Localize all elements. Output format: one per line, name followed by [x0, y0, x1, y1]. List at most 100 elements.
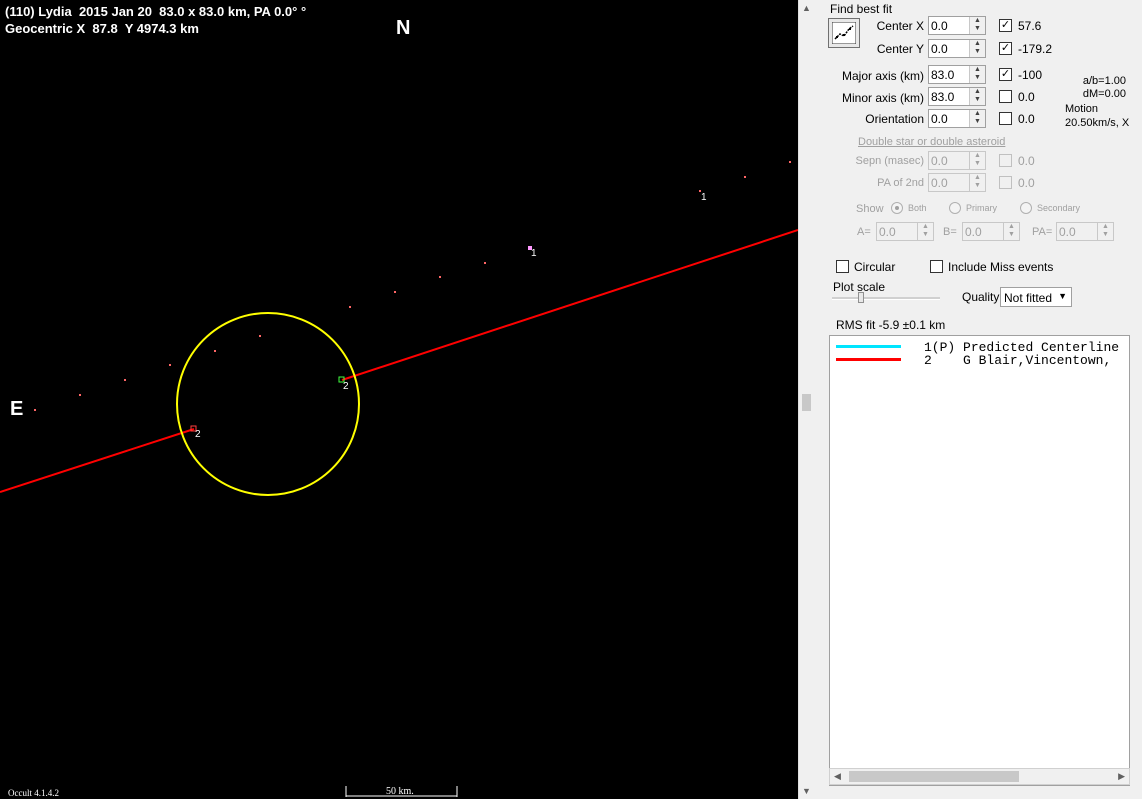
chord-label: 1 [531, 248, 537, 259]
spin-up-icon: ▲ [974, 174, 981, 181]
orientation-input[interactable]: 0.0 ▲ ▼ [928, 109, 986, 128]
center-x-checkbox[interactable]: ✓ [999, 19, 1012, 32]
chevron-down-icon: ▼ [1058, 291, 1067, 301]
path-point [789, 161, 791, 163]
show-primary-label: Primary [966, 203, 997, 213]
center-y-input[interactable]: 0.0 ▲ ▼ [928, 39, 986, 58]
major-axis-label: Major axis (km) [841, 69, 924, 83]
minor-axis-checkbox[interactable] [999, 90, 1012, 103]
fit-chart-icon [832, 22, 856, 44]
path-point [34, 409, 36, 411]
center-x-input[interactable]: 0.0 ▲ ▼ [928, 16, 986, 35]
sepn-checkbox[interactable] [999, 154, 1012, 167]
pa-2nd-label: PA of 2nd [877, 177, 924, 189]
version-label: Occult 4.1.4.2 [8, 788, 59, 798]
chord-line-right [341, 229, 798, 381]
minor-axis-result: 0.0 [1018, 90, 1035, 104]
orientation-checkbox[interactable] [999, 112, 1012, 125]
scroll-thumb[interactable] [802, 394, 811, 411]
major-axis-input[interactable]: 83.0 ▲ ▼ [928, 65, 986, 84]
north-label: N [396, 17, 411, 39]
a-label: A= [857, 226, 871, 238]
show-both-label: Both [908, 203, 927, 213]
center-x-result: 57.6 [1018, 19, 1042, 33]
path-point [79, 394, 81, 396]
path-point [484, 262, 486, 264]
spin-up-icon: ▲ [922, 223, 929, 230]
show-primary-radio[interactable] [949, 202, 961, 214]
orientation-result: 0.0 [1018, 112, 1035, 126]
scroll-left-icon[interactable]: ◀ [834, 771, 841, 782]
path-point [169, 364, 171, 366]
spin-up-icon: ▲ [974, 152, 981, 159]
show-secondary-label: Secondary [1037, 203, 1081, 213]
plot-canvas [0, 161, 798, 797]
quality-select[interactable]: Not fitted ▼ [1000, 287, 1072, 307]
pa-label: PA= [1032, 226, 1053, 238]
a-input[interactable]: 0.0 ▲ ▼ [876, 222, 934, 241]
major-axis-result: -100 [1018, 68, 1043, 82]
b-label: B= [943, 226, 957, 238]
legend-item[interactable]: 1(P) Predicted Centerline [830, 340, 1129, 355]
show-secondary-radio[interactable] [1020, 202, 1032, 214]
major-axis-checkbox[interactable]: ✓ [999, 68, 1012, 81]
b-input[interactable]: 0.0 ▲ ▼ [962, 222, 1020, 241]
legend-line-swatch [836, 345, 901, 348]
scroll-up-icon[interactable]: ▲ [802, 3, 811, 13]
path-point [124, 379, 126, 381]
spin-down-icon: ▼ [1008, 231, 1015, 238]
sepn-input[interactable]: 0.0 ▲ ▼ [928, 151, 986, 170]
chord-legend-list[interactable]: 1(P) Predicted Centerline 2 G Blair,Vinc… [829, 335, 1130, 786]
legend-item-text: 2 G Blair,Vincentown, [924, 353, 1112, 368]
spin-down-icon: ▼ [974, 74, 981, 81]
legend-line-swatch [836, 358, 901, 361]
spin-down-icon: ▼ [974, 25, 981, 32]
path-point [394, 291, 396, 293]
pa-2nd-result: 0.0 [1018, 176, 1035, 190]
motion-value: 20.50km/s, X [1065, 117, 1130, 129]
sepn-label: Sepn (masec) [855, 155, 924, 167]
chord-line-left [0, 428, 195, 493]
delta-magnitude: dM=0.00 [1082, 88, 1126, 100]
find-best-fit-label: Find best fit [830, 2, 893, 16]
path-point [439, 276, 441, 278]
scroll-thumb[interactable] [849, 771, 1019, 782]
spin-down-icon: ▼ [974, 96, 981, 103]
chord-label: 2 [195, 429, 201, 440]
center-x-label: Center X [876, 19, 924, 33]
legend-item[interactable]: 2 G Blair,Vincentown, [830, 353, 1129, 368]
path-point [214, 350, 216, 352]
spin-up-icon: ▲ [974, 110, 981, 117]
circular-checkbox[interactable] [836, 260, 849, 273]
scroll-right-icon[interactable]: ▶ [1118, 771, 1125, 782]
scroll-down-icon[interactable]: ▼ [802, 786, 811, 796]
chord-label: 1 [701, 192, 707, 203]
plot-scale-slider[interactable] [832, 292, 940, 303]
center-y-checkbox[interactable]: ✓ [999, 42, 1012, 55]
motion-label: Motion [1065, 103, 1099, 115]
vertical-scrollbar[interactable]: ▲ ▼ [798, 0, 816, 799]
spin-up-icon: ▲ [974, 40, 981, 47]
slider-thumb[interactable] [858, 292, 864, 303]
spin-down-icon: ▼ [974, 118, 981, 125]
pa-2nd-input[interactable]: 0.0 ▲ ▼ [928, 173, 986, 192]
show-label: Show [856, 203, 884, 215]
legend-horizontal-scrollbar[interactable]: ◀ ▶ [829, 768, 1130, 785]
spin-up-icon: ▲ [1008, 223, 1015, 230]
scale-label: 50 km. [386, 786, 414, 797]
path-point [349, 306, 351, 308]
occultation-plot[interactable]: (110) Lydia 2015 Jan 20 83.0 x 83.0 km, … [0, 0, 798, 799]
pa-input[interactable]: 0.0 ▲ ▼ [1056, 222, 1114, 241]
quality-label: Quality [962, 290, 1000, 304]
include-miss-checkbox[interactable] [930, 260, 943, 273]
rms-fit: RMS fit -5.9 ±0.1 km [836, 318, 946, 332]
spin-up-icon: ▲ [1102, 223, 1109, 230]
pa-2nd-checkbox[interactable] [999, 176, 1012, 189]
sepn-result: 0.0 [1018, 154, 1035, 168]
show-both-radio[interactable] [891, 202, 903, 214]
spin-down-icon: ▼ [1102, 231, 1109, 238]
minor-axis-label: Minor axis (km) [841, 91, 924, 105]
minor-axis-input[interactable]: 83.0 ▲ ▼ [928, 87, 986, 106]
spin-down-icon: ▼ [974, 160, 981, 167]
double-star-link[interactable]: Double star or double asteroid [858, 136, 1005, 148]
